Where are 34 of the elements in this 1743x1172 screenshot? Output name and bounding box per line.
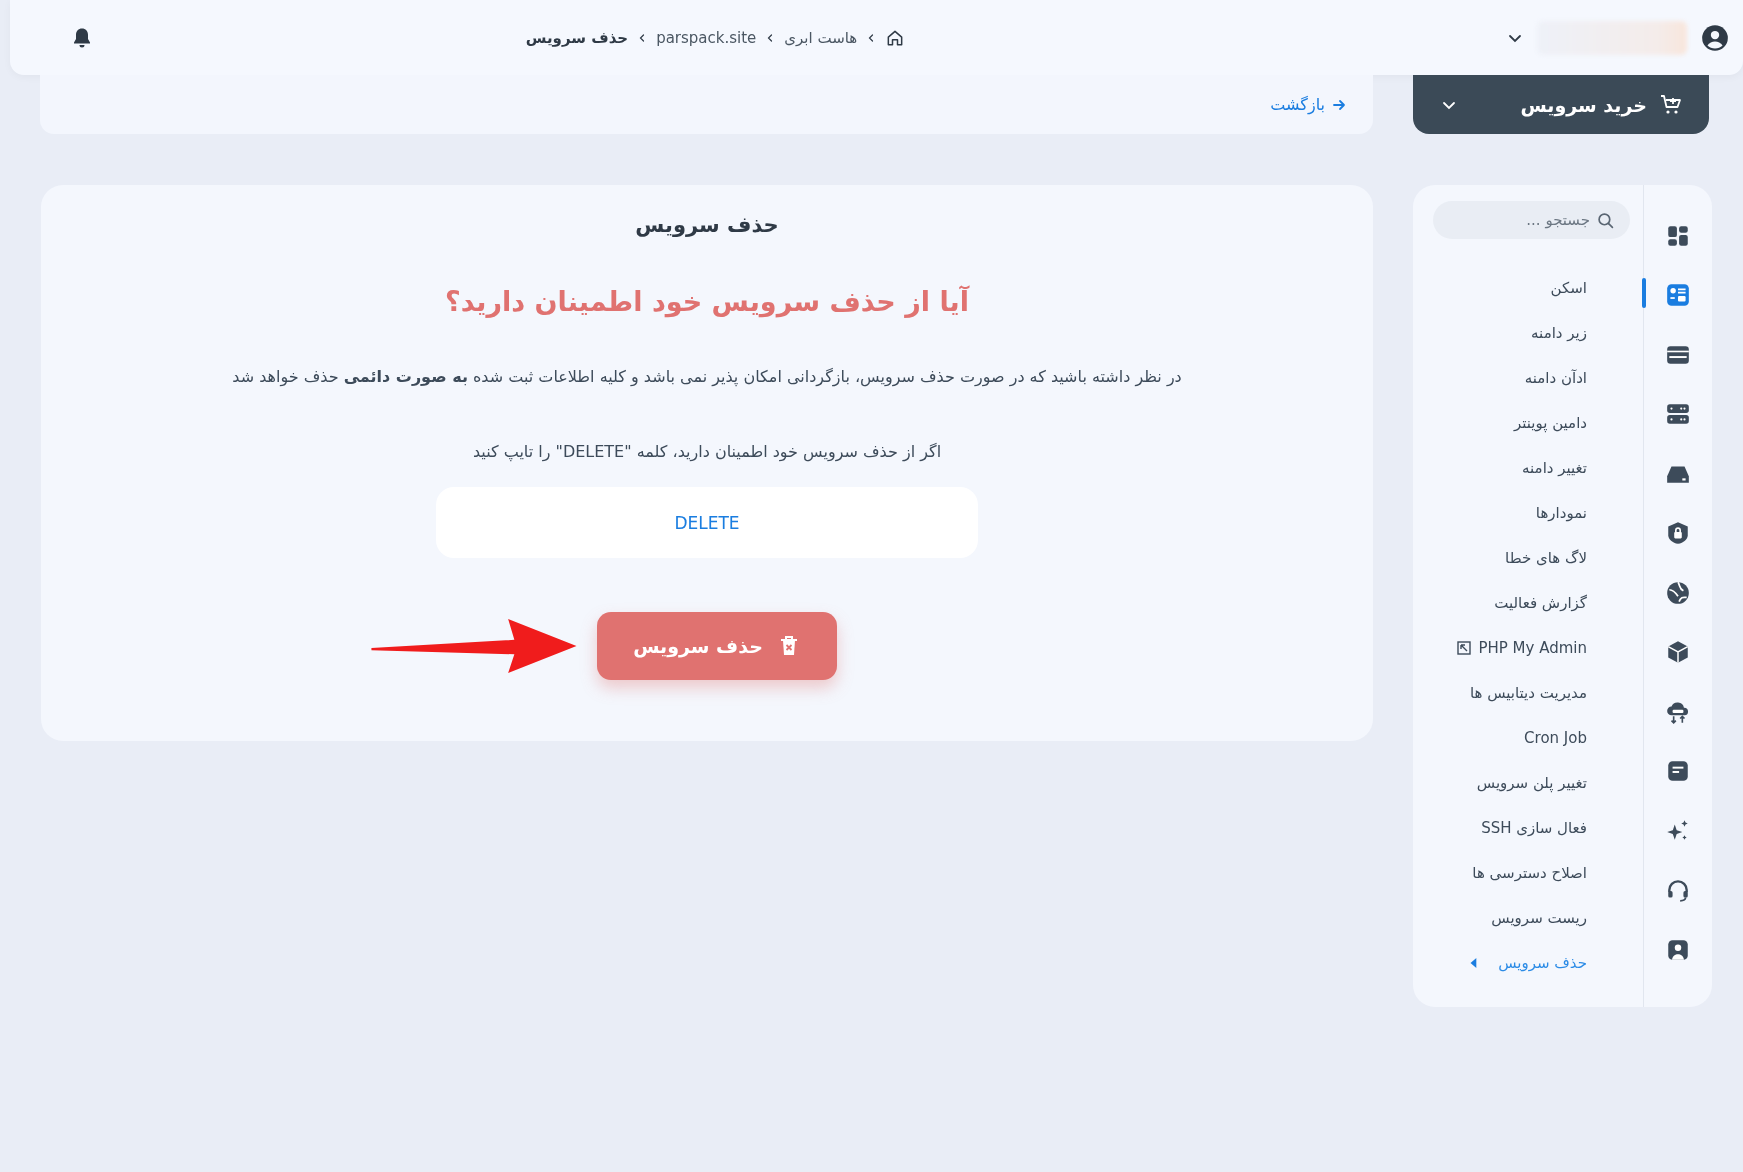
lock-shield-icon[interactable] xyxy=(1665,520,1691,547)
card-title: حذف سرویس xyxy=(635,213,779,237)
breadcrumb-current: حذف سرویس xyxy=(525,28,629,47)
globe-icon[interactable] xyxy=(1665,579,1691,606)
back-link[interactable]: بازگشت xyxy=(1270,95,1347,114)
sidebar-item[interactable]: دامین پوینتر xyxy=(1513,413,1587,432)
active-indicator xyxy=(1642,277,1646,308)
breadcrumb-link[interactable]: parspack.site xyxy=(656,28,757,47)
sidebar-item[interactable]: فعال سازی SSH xyxy=(1481,818,1587,837)
confirmation-question: آیا از حذف سرویس خود اطمینان دارید؟ xyxy=(445,286,969,317)
search-field[interactable]: جستجو ... xyxy=(1433,201,1630,239)
sidebar-item[interactable]: تغییر پلن سرویس xyxy=(1476,773,1587,792)
sidebar-item[interactable]: تغییر دامنه xyxy=(1522,458,1587,477)
warning-text: در نظر داشته باشید که در صورت حذف سرویس، بازگردانی امکان پذیر نمی باشد و کلیه اطلاعات ثبت شده به صورت دائمی حذف خواهد شد xyxy=(232,367,1182,386)
sidebar-item[interactable]: اصلاح دسترسی ها xyxy=(1472,863,1587,882)
cube-icon[interactable] xyxy=(1665,639,1691,666)
breadcrumb-link[interactable]: هاست ابری xyxy=(784,28,858,47)
sidebar-item[interactable]: لاگ های خطا xyxy=(1505,548,1587,567)
headset-icon[interactable] xyxy=(1665,877,1691,904)
sidebar-item[interactable]: ریست سرویس xyxy=(1491,908,1587,927)
confirmation-input-field[interactable]: DELETE xyxy=(436,487,978,558)
sidebar-item[interactable]: ادآن دامنه xyxy=(1524,368,1587,387)
buy-service-button[interactable]: خرید سرویس xyxy=(1413,75,1709,134)
hosting-panel-icon[interactable] xyxy=(1665,282,1691,309)
sidebar-item[interactable]: اسکن xyxy=(1550,278,1587,297)
sidebar-item[interactable]: مدیریت دیتابیس ها xyxy=(1469,683,1587,702)
external-link-icon xyxy=(1456,639,1473,656)
sidebar-item[interactable]: زیر دامنه xyxy=(1531,323,1587,342)
user-avatar-icon[interactable] xyxy=(1701,23,1729,52)
sidebar-item[interactable]: Cron Job xyxy=(1524,728,1587,747)
sidebar-item[interactable]: نمودارها xyxy=(1535,503,1587,522)
instruction-text: اگر از حذف سرویس خود اطمینان دارید، کلمه "DELETE" را تایپ کنید xyxy=(472,442,942,461)
sidebar-item[interactable]: PHP My Admin xyxy=(1478,638,1587,657)
sidebar-item[interactable]: گزارش فعالیت xyxy=(1494,593,1587,612)
